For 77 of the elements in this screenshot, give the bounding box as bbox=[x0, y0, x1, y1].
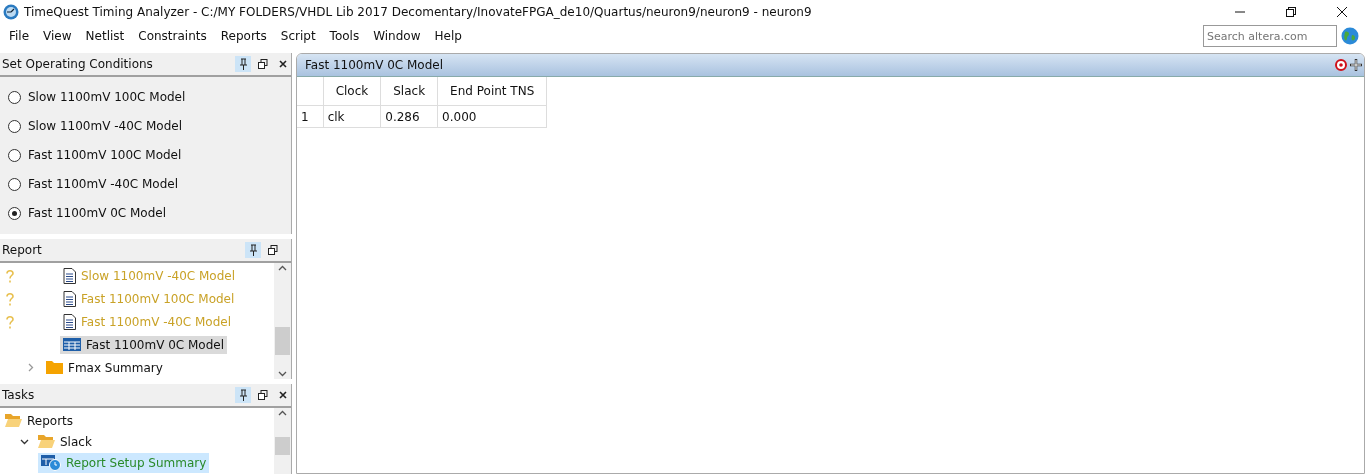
scroll-down-icon[interactable] bbox=[278, 371, 287, 377]
radio-button[interactable] bbox=[8, 119, 21, 133]
menu-item[interactable]: Reports bbox=[213, 29, 274, 43]
radio-label: Fast 1100mV -40C Model bbox=[28, 177, 178, 191]
pin-button[interactable] bbox=[235, 387, 251, 403]
radio-label: Fast 1100mV 100C Model bbox=[28, 148, 182, 162]
pin-icon bbox=[238, 389, 248, 401]
column-header: Clock bbox=[323, 77, 381, 106]
restore-icon bbox=[1286, 6, 1296, 17]
view-title: Fast 1100mV 0C Model bbox=[305, 58, 445, 72]
radio-option[interactable]: Slow 1100mV 100C Model bbox=[8, 87, 283, 107]
column-header: End Point TNS bbox=[437, 77, 547, 106]
radio-button[interactable] bbox=[8, 206, 21, 220]
menu-item[interactable]: Help bbox=[427, 29, 469, 43]
pin-button[interactable] bbox=[235, 56, 251, 72]
menu-item[interactable]: Window bbox=[366, 29, 428, 43]
window-title: TimeQuest Timing Analyzer - C:/MY FOLDERS/VHDL Lib 2017 Decomentary/InovateFPGA_de10/Quartus/neuron9/neuron9 - neuron9 bbox=[24, 4, 813, 19]
radio-option[interactable]: Fast 1100mV 100C Model bbox=[8, 145, 283, 165]
radio-label: Slow 1100mV -40C Model bbox=[28, 119, 182, 133]
radio-option[interactable]: Fast 1100mV -40C Model bbox=[8, 174, 283, 194]
float-button[interactable] bbox=[255, 387, 271, 403]
document-icon bbox=[63, 314, 76, 330]
float-icon bbox=[258, 59, 268, 69]
table-cell: clk bbox=[323, 105, 381, 128]
float-icon bbox=[268, 245, 278, 255]
radio-option[interactable]: Slow 1100mV -40C Model bbox=[8, 116, 283, 136]
document-icon bbox=[63, 268, 76, 285]
menu-item[interactable]: Constraints bbox=[131, 29, 214, 43]
radio-label: Fast 1100mV 0C Model bbox=[28, 206, 167, 220]
close-icon bbox=[1337, 6, 1347, 17]
radio-button[interactable] bbox=[8, 90, 21, 104]
panel-title: Report bbox=[2, 243, 43, 257]
table-cell: 0.286 bbox=[380, 105, 438, 128]
pin-icon bbox=[248, 244, 258, 256]
menu-item[interactable]: File bbox=[2, 29, 37, 43]
menu-item[interactable]: Script bbox=[273, 29, 323, 43]
scrollbar-thumb[interactable] bbox=[275, 327, 290, 355]
scroll-up-icon[interactable] bbox=[278, 265, 287, 271]
close-icon bbox=[279, 391, 287, 399]
menu-item[interactable]: View bbox=[36, 29, 79, 43]
tree-item[interactable]: Slack bbox=[35, 433, 95, 451]
close-icon bbox=[279, 60, 287, 68]
chevron-icon[interactable] bbox=[20, 437, 29, 447]
radio-button[interactable] bbox=[8, 177, 21, 191]
tree-item[interactable]: Fast 1100mV 0C Model bbox=[60, 335, 228, 354]
scroll-up-icon[interactable] bbox=[278, 410, 287, 416]
scrollbar-thumb[interactable] bbox=[275, 437, 290, 455]
document-icon bbox=[63, 291, 76, 308]
row-number: 1 bbox=[297, 105, 324, 128]
table-cell: 0.000 bbox=[437, 105, 547, 128]
open-folder-icon bbox=[5, 414, 22, 428]
tree-item[interactable]: Fmax Summary bbox=[43, 358, 166, 377]
float-button[interactable] bbox=[265, 242, 281, 258]
float-button[interactable] bbox=[255, 56, 271, 72]
report-clock-icon bbox=[41, 455, 61, 472]
radio-label: Slow 1100mV 100C Model bbox=[28, 90, 186, 104]
tree-item[interactable]: Report Setup Summary bbox=[38, 453, 210, 474]
radio-button[interactable] bbox=[8, 148, 21, 162]
column-header: Slack bbox=[380, 77, 438, 106]
minimize-icon bbox=[1235, 10, 1245, 13]
app-logo-icon bbox=[3, 3, 19, 20]
pin-icon bbox=[238, 58, 248, 70]
float-icon bbox=[258, 390, 268, 400]
table-icon bbox=[63, 338, 81, 352]
panel-title: Set Operating Conditions bbox=[2, 57, 154, 71]
folder-icon bbox=[46, 361, 63, 375]
panel-title: Tasks bbox=[2, 388, 36, 402]
tree-item[interactable]: Reports bbox=[2, 411, 77, 430]
move-icon[interactable] bbox=[1350, 59, 1362, 71]
target-icon[interactable] bbox=[1335, 59, 1347, 71]
menu-item[interactable]: Netlist bbox=[78, 29, 132, 43]
menu-item[interactable]: Tools bbox=[322, 29, 367, 43]
pin-button[interactable] bbox=[245, 242, 261, 258]
radio-option[interactable]: Fast 1100mV 0C Model bbox=[8, 203, 283, 223]
open-folder-icon bbox=[38, 435, 55, 449]
search-field[interactable]: Search altera.com bbox=[1203, 25, 1337, 47]
globe-icon[interactable] bbox=[1341, 27, 1359, 45]
